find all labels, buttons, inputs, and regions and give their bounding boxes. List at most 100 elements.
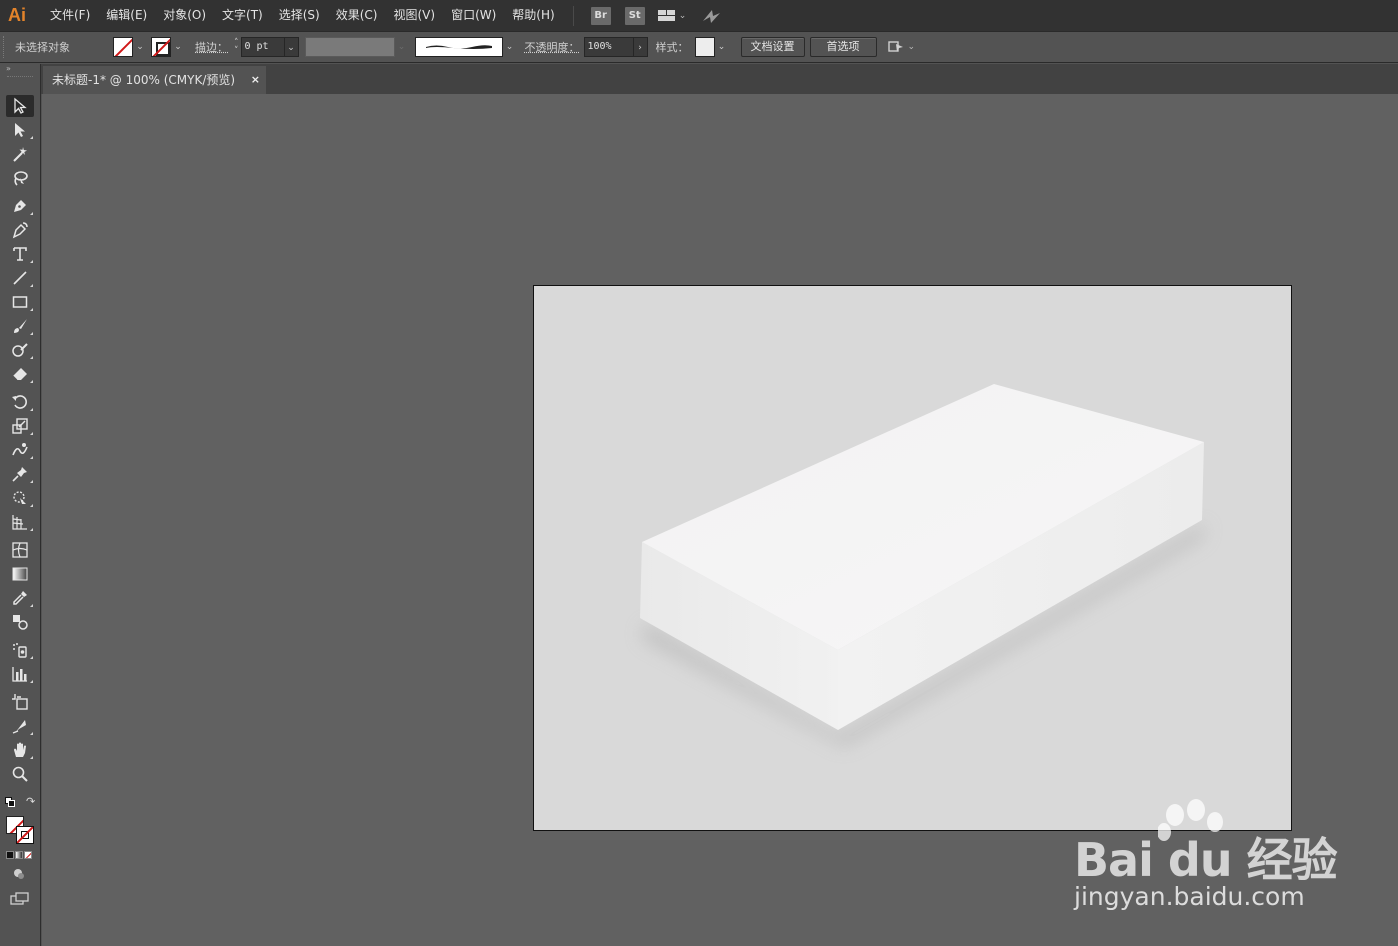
mesh-icon [12, 542, 28, 558]
magic-wand-tool[interactable] [6, 143, 34, 165]
type-t-icon [13, 247, 27, 261]
eraser-tool[interactable] [6, 363, 34, 385]
stroke-weight-input[interactable]: 0 pt [240, 37, 285, 57]
line-segment-tool[interactable] [6, 267, 34, 289]
arrange-documents-icon[interactable]: ⌄ [657, 9, 686, 23]
gradient-tool[interactable] [6, 563, 34, 585]
chevron-down-icon[interactable]: ⌄ [503, 42, 517, 52]
bridge-button[interactable]: Br [590, 6, 611, 25]
perspective-grid-tool[interactable] [6, 511, 34, 533]
selection-tool[interactable] [6, 95, 34, 117]
slice-knife-icon [12, 720, 26, 734]
rectangle-tool[interactable] [6, 291, 34, 313]
pen-tool[interactable] [6, 195, 34, 217]
swap-fill-stroke-icon[interactable]: ↷ [26, 795, 35, 808]
chevron-down-icon[interactable]: ⌄ [715, 42, 729, 52]
chevron-down-icon[interactable]: ⌄ [284, 37, 299, 57]
close-icon[interactable]: × [251, 66, 260, 94]
menu-bar: Ai 文件(F) 编辑(E) 对象(O) 文字(T) 选择(S) 效果(C) 视… [0, 0, 1398, 31]
baidu-wordmark: Bai du 经验 [1074, 833, 1338, 887]
default-fill-stroke-icon[interactable] [5, 797, 15, 807]
lasso-tool[interactable] [6, 167, 34, 189]
fill-swatch[interactable] [113, 37, 133, 57]
magic-wand-icon [13, 147, 27, 162]
menu-select[interactable]: 选择(S) [271, 0, 328, 31]
chevron-right-icon[interactable]: › [633, 37, 648, 57]
blend-icon [13, 615, 28, 630]
shaper-icon [12, 343, 28, 357]
graphic-style-swatch[interactable] [694, 37, 715, 57]
column-graph-icon [12, 667, 27, 682]
collapse-panel-icon[interactable]: » [0, 64, 40, 74]
puppet-warp-tool[interactable] [6, 463, 34, 485]
menu-help[interactable]: 帮助(H) [504, 0, 562, 31]
chevron-down-icon[interactable]: ⌄ [133, 42, 147, 52]
toolbox-grip[interactable] [7, 76, 33, 81]
document-tab[interactable]: 未标题-1* @ 100% (CMYK/预览) × [43, 66, 266, 94]
stroke-label[interactable]: 描边： [195, 39, 228, 55]
toolbox: » ↷ [0, 64, 41, 946]
screen-mode-icon[interactable] [10, 892, 30, 909]
eyedropper-tool[interactable] [6, 587, 34, 609]
symbol-sprayer-icon [13, 643, 27, 658]
3d-white-box-graphic[interactable] [534, 286, 1292, 831]
app-logo: Ai [8, 5, 26, 25]
stroke-stepper-icon[interactable]: ˄ ˅ [234, 39, 239, 56]
menu-separator [572, 5, 574, 26]
hand-icon [14, 742, 26, 757]
selection-arrow-icon [14, 97, 27, 114]
gradient-mode-button[interactable] [15, 851, 23, 859]
warp-icon [12, 443, 28, 456]
arrange-icon[interactable]: ⌄ [887, 39, 916, 55]
artboard[interactable] [533, 285, 1292, 831]
symbol-sprayer-tool[interactable] [6, 639, 34, 661]
zoom-tool[interactable] [6, 763, 34, 785]
hand-tool[interactable] [6, 739, 34, 761]
blend-tool[interactable] [6, 611, 34, 633]
paintbrush-tool[interactable] [6, 315, 34, 337]
stroke-swatch[interactable] [151, 37, 171, 57]
column-graph-tool[interactable] [6, 663, 34, 685]
mesh-tool[interactable] [6, 539, 34, 561]
rotate-tool[interactable] [6, 391, 34, 413]
drawing-mode-icon[interactable] [12, 867, 26, 884]
gpu-performance-icon[interactable] [700, 7, 722, 25]
menu-type[interactable]: 文字(T) [214, 0, 271, 31]
preferences-button[interactable]: 首选项 [809, 37, 877, 57]
pen-nib-icon [14, 200, 26, 212]
magnifier-icon [12, 766, 28, 782]
opacity-label[interactable]: 不透明度： [525, 39, 580, 55]
type-tool[interactable] [6, 243, 34, 265]
chevron-down-icon: ⌄ [397, 42, 406, 52]
artboard-icon [12, 694, 28, 710]
watermark-url: jingyan.baidu.com [1074, 882, 1305, 911]
menu-effect[interactable]: 效果(C) [328, 0, 386, 31]
brush-definition[interactable] [414, 37, 503, 57]
menu-view[interactable]: 视图(V) [385, 0, 443, 31]
menu-object[interactable]: 对象(O) [155, 0, 214, 31]
slice-tool[interactable] [6, 715, 34, 737]
menu-edit[interactable]: 编辑(E) [98, 0, 155, 31]
menu-window[interactable]: 窗口(W) [443, 0, 504, 31]
free-transform-icon [13, 491, 26, 504]
opacity-input[interactable]: 100% [583, 37, 634, 57]
chevron-down-icon[interactable]: ⌄ [171, 42, 185, 52]
color-mode-button[interactable] [6, 851, 14, 859]
menu-file[interactable]: 文件(F) [42, 0, 98, 31]
direct-selection-tool[interactable] [6, 119, 34, 141]
curvature-tool[interactable] [6, 219, 34, 241]
stock-button[interactable]: St [624, 6, 645, 25]
variable-width-profile[interactable] [304, 37, 395, 57]
style-label: 样式： [655, 41, 689, 54]
free-transform-tool[interactable] [6, 487, 34, 509]
panel-grip[interactable] [3, 36, 9, 58]
stroke-indicator[interactable] [16, 826, 34, 844]
none-mode-button[interactable] [24, 851, 32, 859]
document-setup-button[interactable]: 文档设置 [740, 37, 805, 57]
shaper-tool[interactable] [6, 339, 34, 361]
artboard-tool[interactable] [6, 691, 34, 713]
direct-selection-arrow-icon [15, 123, 25, 137]
warp-tool[interactable] [6, 439, 34, 461]
chevron-down-icon: ⌄ [907, 42, 916, 52]
scale-tool[interactable] [6, 415, 34, 437]
